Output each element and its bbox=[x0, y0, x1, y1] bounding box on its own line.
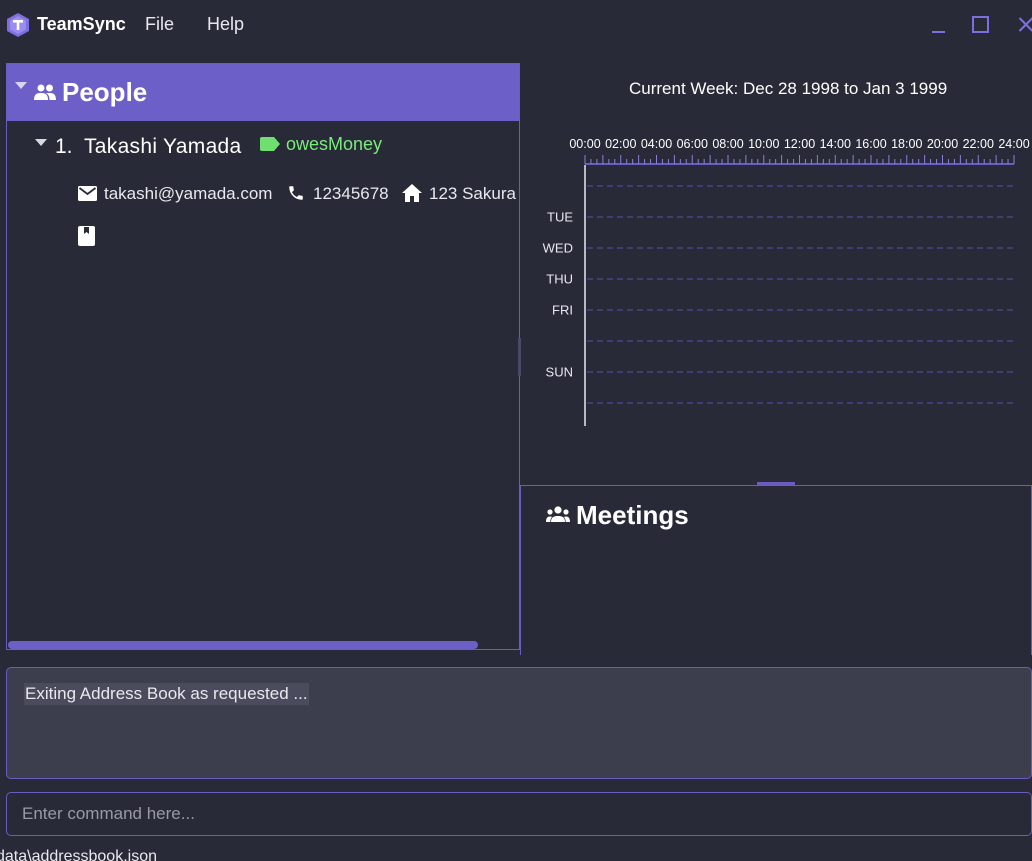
app-name: TeamSync bbox=[37, 14, 126, 34]
day-label: SUN bbox=[546, 365, 573, 380]
people-horizontal-scrollbar[interactable] bbox=[7, 639, 519, 649]
current-week-label: Current Week: Dec 28 1998 to Jan 3 1999 bbox=[629, 79, 948, 98]
title-bar: TeamSync File Help bbox=[0, 0, 1032, 50]
result-display[interactable]: Exiting Address Book as requested ... bbox=[6, 667, 1032, 779]
hour-label: 10:00 bbox=[748, 137, 779, 151]
home-icon bbox=[402, 184, 422, 202]
hour-label: 14:00 bbox=[820, 137, 851, 151]
day-label: FRI bbox=[552, 303, 573, 318]
phone-icon bbox=[289, 186, 303, 200]
person-name[interactable]: Takashi Yamada bbox=[84, 135, 242, 159]
hour-label: 24:00 bbox=[998, 137, 1029, 151]
person-index: 1. bbox=[55, 135, 73, 158]
people-panel: People 1. Takashi Yamada owesMoney takas… bbox=[6, 63, 520, 650]
result-message: Exiting Address Book as requested ... bbox=[24, 683, 309, 705]
meetings-title: Meetings bbox=[576, 500, 689, 530]
people-icon bbox=[34, 84, 56, 100]
minimize-icon[interactable] bbox=[924, 10, 952, 40]
hour-label: 20:00 bbox=[927, 137, 958, 151]
menu-file[interactable]: File bbox=[145, 14, 174, 35]
hour-label: 12:00 bbox=[784, 137, 815, 151]
meetings-panel: Meetings bbox=[520, 485, 1032, 655]
hour-label: 18:00 bbox=[891, 137, 922, 151]
hour-label: 06:00 bbox=[677, 137, 708, 151]
hour-label: 16:00 bbox=[855, 137, 886, 151]
email-icon bbox=[78, 186, 97, 201]
hour-label: 22:00 bbox=[963, 137, 994, 151]
hour-label: 08:00 bbox=[712, 137, 743, 151]
weekly-timeline: 00:00 02:00 04:00 06:00 08:00 10:00 12:00 14:00… bbox=[543, 137, 1030, 426]
hour-label: 02:00 bbox=[605, 137, 636, 151]
notes-book-icon bbox=[78, 226, 95, 246]
save-location-status: data\addressbook.json bbox=[0, 848, 157, 861]
person-email: takashi@yamada.com bbox=[104, 184, 273, 203]
menu-help[interactable]: Help bbox=[207, 14, 244, 35]
people-header[interactable]: People bbox=[7, 64, 519, 121]
day-label: THU bbox=[546, 272, 573, 287]
close-icon[interactable] bbox=[1009, 10, 1032, 40]
person-address: 123 Sakura bbox=[429, 184, 516, 203]
maximize-icon[interactable] bbox=[966, 10, 994, 40]
tag-icon bbox=[260, 137, 280, 151]
hour-label: 00:00 bbox=[569, 137, 600, 151]
meetings-group-icon bbox=[546, 506, 570, 522]
person-phone: 12345678 bbox=[313, 184, 389, 203]
scrollbar-thumb[interactable] bbox=[8, 641, 478, 649]
person-expand-caret-icon[interactable] bbox=[35, 139, 47, 147]
people-title: People bbox=[62, 77, 148, 107]
day-label: WED bbox=[543, 241, 573, 256]
day-label: TUE bbox=[547, 210, 573, 225]
teamsync-logo-icon bbox=[7, 13, 29, 37]
hour-label: 04:00 bbox=[641, 137, 672, 151]
collapse-caret-icon[interactable] bbox=[15, 82, 27, 90]
tag-label: owesMoney bbox=[286, 134, 383, 154]
command-input[interactable] bbox=[6, 792, 1032, 836]
